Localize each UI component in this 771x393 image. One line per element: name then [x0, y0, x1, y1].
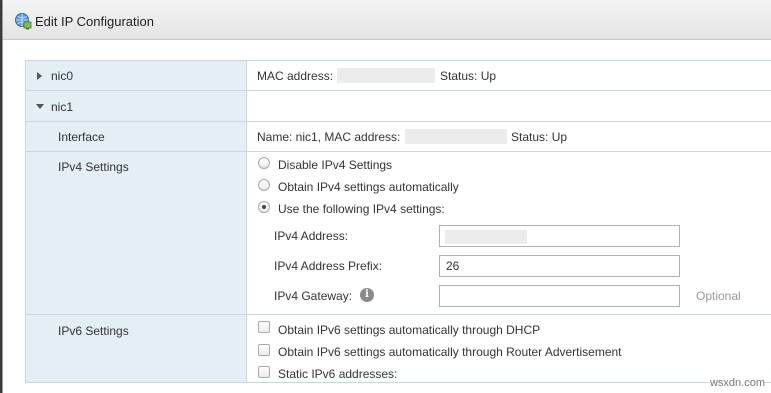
- ipv6-settings-label: IPv6 Settings: [58, 324, 129, 338]
- redacted-ip-address: [445, 230, 527, 244]
- ipv4-settings-label: IPv4 Settings: [58, 160, 129, 174]
- disable-ipv4-label[interactable]: Disable IPv4 Settings: [278, 158, 392, 172]
- ipv4-prefix-label: IPv4 Address Prefix:: [274, 259, 383, 273]
- collapse-arrow-icon[interactable]: [36, 104, 44, 109]
- ipv6-dhcp-label[interactable]: Obtain IPv6 settings automatically throu…: [278, 323, 540, 337]
- ipv6-settings-row: IPv6 Settings Obtain IPv6 settings autom…: [25, 315, 771, 384]
- redacted-mac-address: [337, 68, 435, 83]
- use-following-ipv4-label[interactable]: Use the following IPv4 settings:: [278, 202, 445, 216]
- dialog-title: Edit IP Configuration: [35, 14, 154, 29]
- ipv4-prefix-input[interactable]: [439, 255, 680, 277]
- watermark: wsxdn.com: [709, 377, 765, 389]
- use-following-ipv4-radio[interactable]: [258, 201, 270, 213]
- ipv4-settings-row: IPv4 Settings Disable IPv4 Settings Obta…: [25, 152, 771, 315]
- ipv4-gateway-label: IPv4 Gateway:: [274, 289, 353, 303]
- obtain-ipv4-auto-label[interactable]: Obtain IPv4 settings automatically: [278, 180, 459, 194]
- ipv6-router-adv-label[interactable]: Obtain IPv6 settings automatically throu…: [278, 345, 622, 359]
- disable-ipv4-radio[interactable]: [258, 157, 270, 169]
- network-globe-icon: [14, 12, 32, 30]
- ipv4-gateway-input[interactable]: [439, 285, 680, 307]
- interface-row: Interface Name: nic1, MAC address: Statu…: [25, 122, 771, 152]
- info-icon[interactable]: i: [360, 288, 374, 302]
- interface-name-text: Name: nic1, MAC address:: [257, 130, 401, 144]
- redacted-mac-address: [405, 129, 507, 144]
- nic0-row[interactable]: nic0 MAC address: Status: Up: [25, 61, 771, 91]
- nic1-label: nic1: [51, 100, 74, 114]
- ipv6-static-checkbox[interactable]: [258, 366, 270, 378]
- ipv4-address-label: IPv4 Address:: [274, 229, 349, 243]
- expand-arrow-icon[interactable]: [37, 72, 42, 80]
- interface-label: Interface: [58, 130, 105, 144]
- edit-ip-configuration-dialog: Edit IP Configuration nic0 MAC address: …: [2, 0, 771, 393]
- nic0-status: Status: Up: [440, 69, 497, 83]
- nic-settings-grid: nic0 MAC address: Status: Up nic1 Interf…: [25, 60, 771, 383]
- ipv6-dhcp-checkbox[interactable]: [258, 321, 270, 333]
- gateway-optional-hint: Optional: [696, 289, 741, 303]
- interface-status: Status: Up: [511, 130, 568, 144]
- nic0-mac-label: MAC address:: [257, 69, 334, 83]
- obtain-ipv4-auto-radio[interactable]: [258, 179, 270, 191]
- nic1-row[interactable]: nic1: [25, 91, 771, 122]
- nic0-label: nic0: [51, 69, 74, 83]
- dialog-titlebar: Edit IP Configuration: [3, 0, 771, 40]
- ipv6-static-label[interactable]: Static IPv6 addresses:: [278, 367, 397, 381]
- ipv6-router-adv-checkbox[interactable]: [258, 344, 270, 356]
